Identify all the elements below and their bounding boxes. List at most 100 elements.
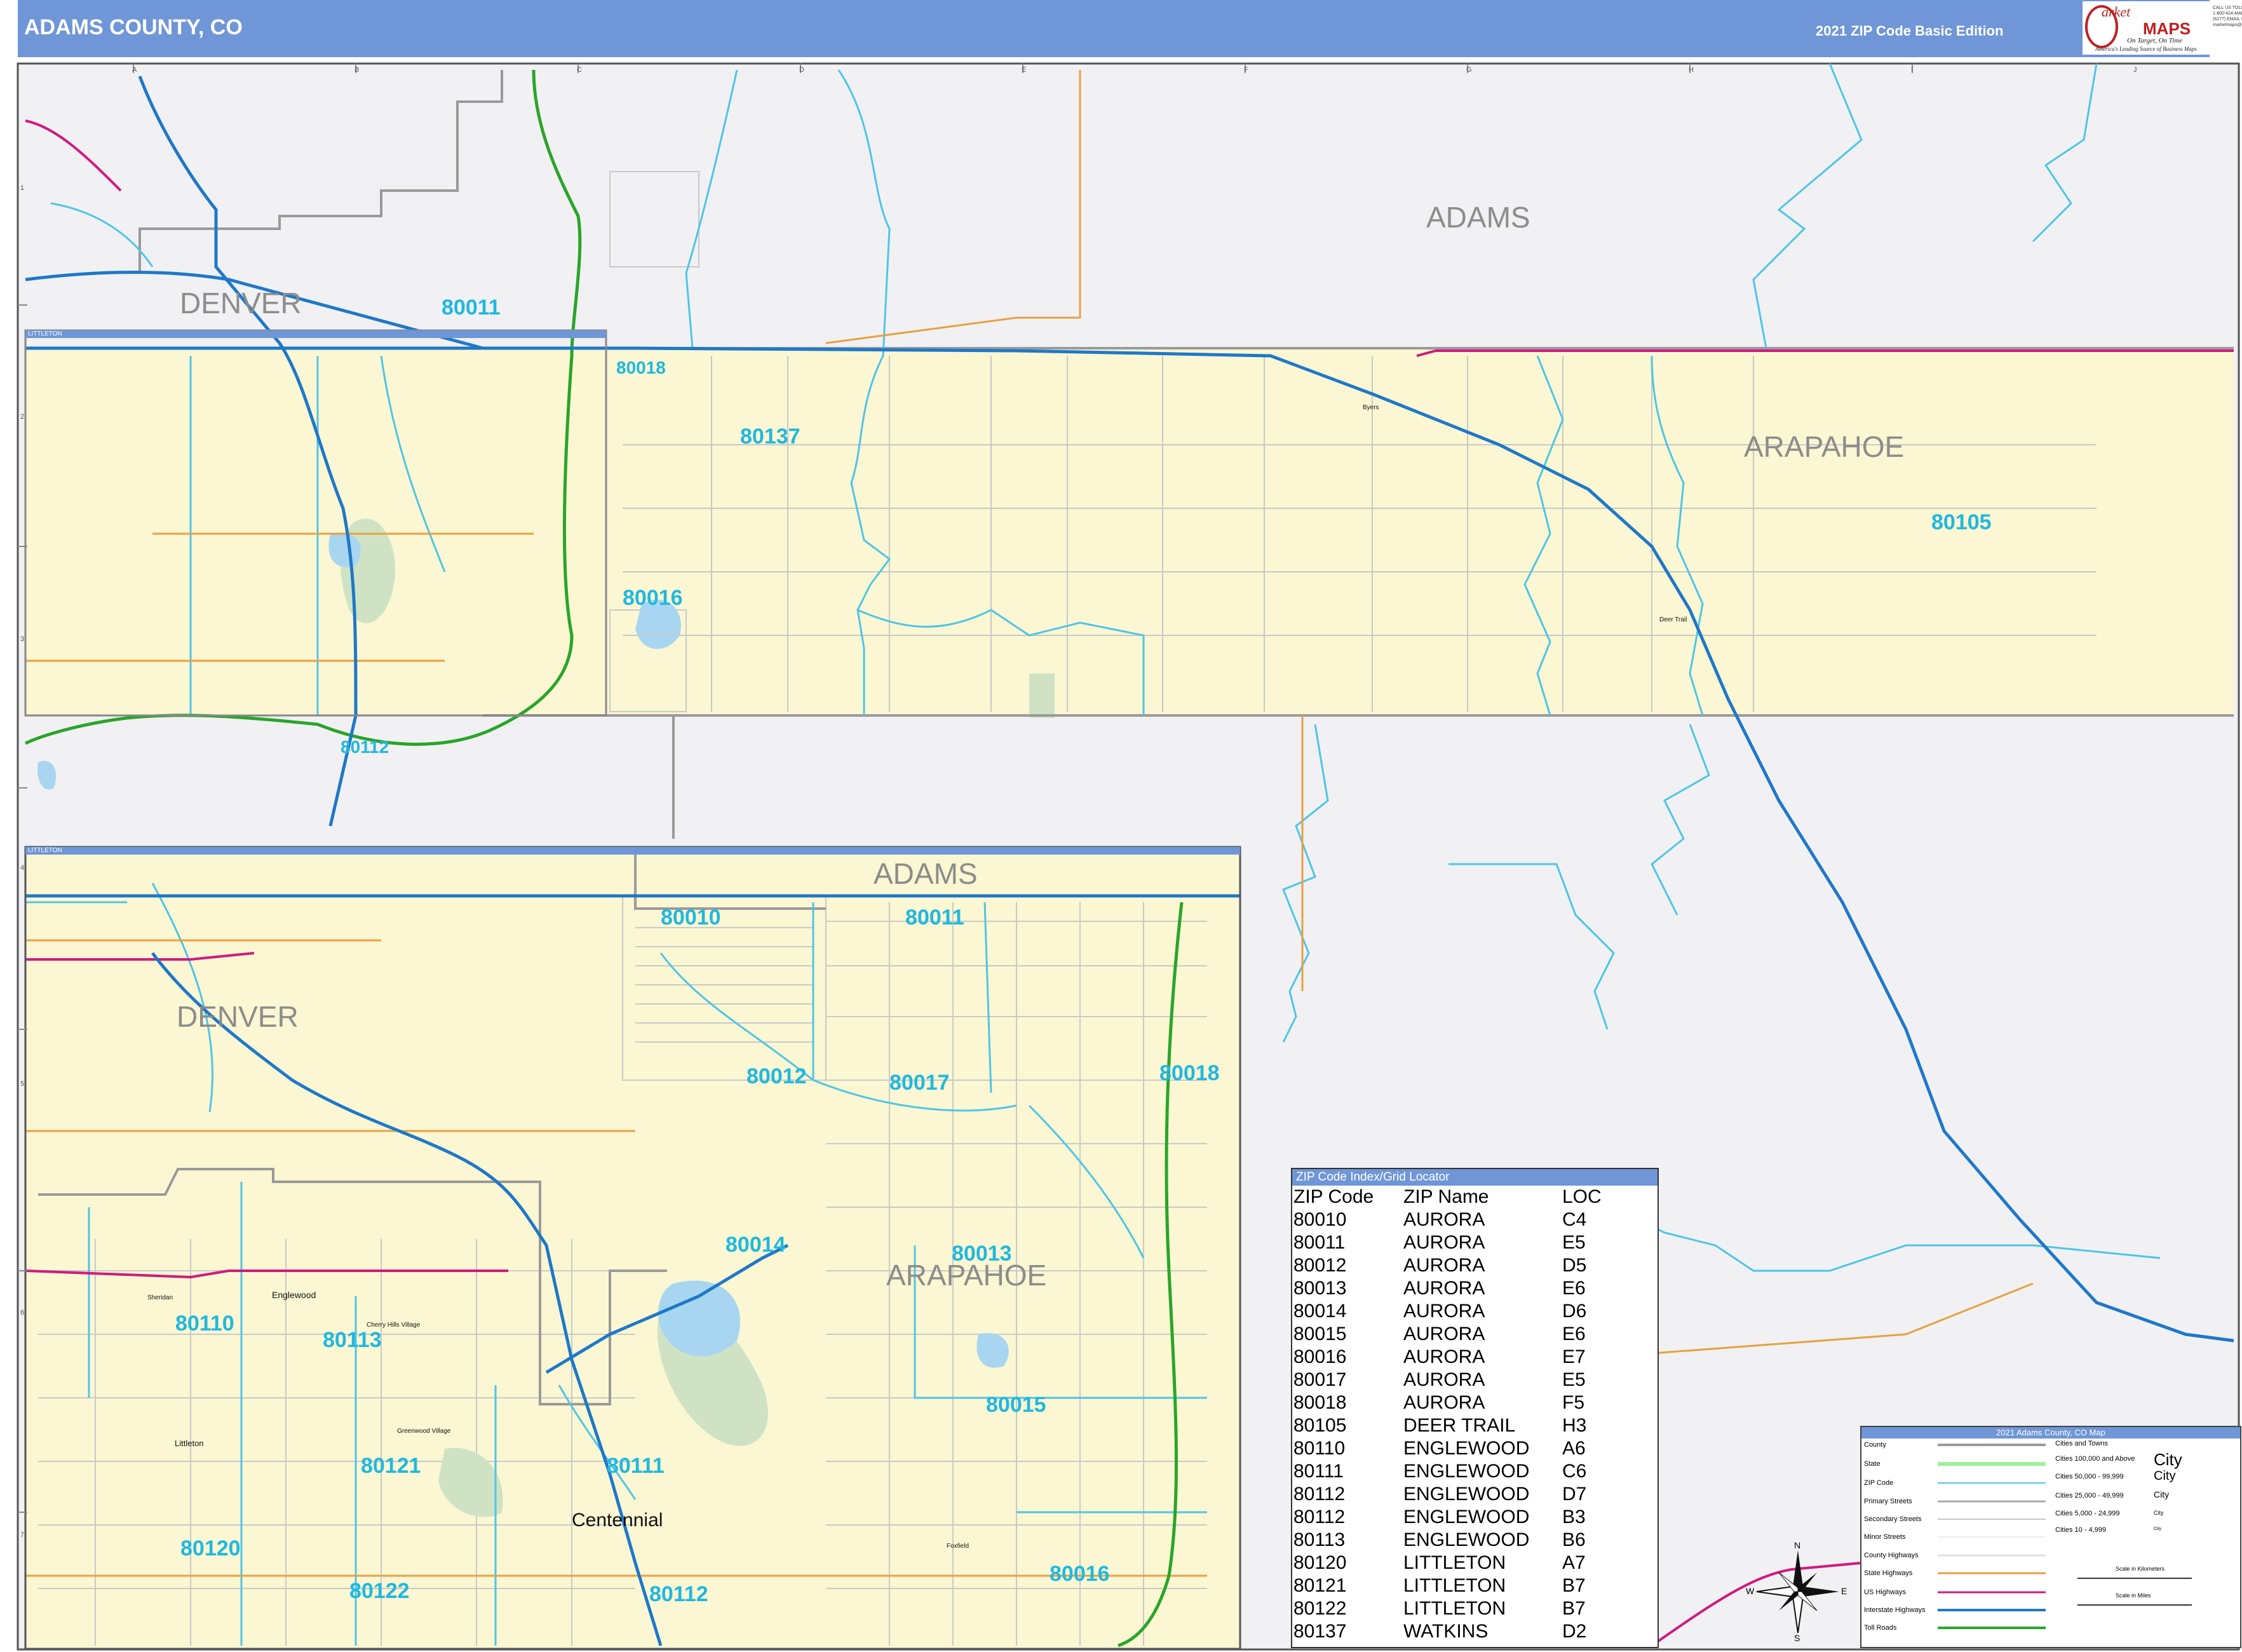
zip-index-header-name: ZIP Name bbox=[1403, 1186, 1489, 1207]
zip-code: 80113 bbox=[1293, 1529, 1346, 1550]
county-label-arapahoe: ARAPAHOE bbox=[1744, 430, 1905, 463]
zip-index-row: 80122 LITTLETON B7 bbox=[1293, 1597, 1638, 1620]
zip-name: AURORA bbox=[1403, 1346, 1485, 1367]
zip-loc: E5 bbox=[1562, 1232, 1586, 1253]
zip-label-80011: 80011 bbox=[905, 905, 964, 930]
grid-col-h: H bbox=[1689, 66, 1694, 74]
city-label-littleton: Littleton bbox=[175, 1439, 204, 1448]
zip-loc: C4 bbox=[1562, 1209, 1587, 1230]
zip-index-row: 80016 AURORA E7 bbox=[1293, 1346, 1638, 1369]
legend-city-range-2: Cities 50,000 - 99,999 bbox=[2055, 1473, 2124, 1480]
grid-row-3: 3 bbox=[20, 635, 25, 643]
zip-code: 80013 bbox=[1293, 1278, 1347, 1299]
zip-label-80011-top: 80011 bbox=[442, 295, 501, 320]
map-legend: 2021 Adams County, CO Map County State Z… bbox=[1860, 1426, 2241, 1648]
zip-label-80111: 80111 bbox=[607, 1454, 665, 1478]
legend-city-sample-1: City bbox=[2154, 1450, 2182, 1469]
zip-loc: A6 bbox=[1562, 1438, 1586, 1459]
county-label-adams-top: ADAMS bbox=[1426, 201, 1530, 234]
contact-info: CALL US TOLL FREE 1-800-424-MAPS (6277) … bbox=[2213, 6, 2242, 27]
zip-name: ENGLEWOOD bbox=[1403, 1484, 1530, 1505]
zip-loc: D5 bbox=[1562, 1255, 1587, 1276]
zip-name: AURORA bbox=[1403, 1232, 1485, 1253]
grid-col-a: A bbox=[132, 66, 137, 74]
zip-index-row: 80111 ENGLEWOOD C6 bbox=[1293, 1460, 1638, 1483]
zip-index-header-zip: ZIP Code bbox=[1293, 1186, 1374, 1207]
zip-index-table: ZIP Code ZIP Name LOC 80010 AURORA C4 8001… bbox=[1293, 1186, 1638, 1643]
zip-name: LITTLETON bbox=[1403, 1552, 1506, 1573]
legend-city-sample-2: City bbox=[2154, 1469, 2176, 1483]
edition-label: 2021 ZIP Code Basic Edition bbox=[1816, 23, 2004, 39]
zip-loc: E6 bbox=[1562, 1324, 1586, 1344]
zip-code: 80018 bbox=[1293, 1392, 1347, 1413]
legend-item-county: County bbox=[1864, 1441, 1886, 1449]
grid-col-e: E bbox=[1022, 66, 1027, 74]
zip-index-header-row: ZIP Code ZIP Name LOC bbox=[1293, 1186, 1638, 1209]
zip-label-80112-top: 80112 bbox=[341, 737, 389, 757]
city-label-sheridan: Sheridan bbox=[147, 1294, 173, 1301]
legend-symbols bbox=[1938, 1444, 2192, 1629]
legend-item-toll: Toll Roads bbox=[1864, 1624, 1897, 1632]
zip-index-row: 80120 LITTLETON A7 bbox=[1293, 1552, 1638, 1574]
zip-label-80016: 80016 bbox=[1050, 1562, 1110, 1586]
zip-index-panel: ZIP Code Index/Grid Locator ZIP Code ZIP… bbox=[1291, 1168, 1659, 1648]
city-label-foxfield: Foxfield bbox=[947, 1543, 969, 1550]
zip-index-row: 80013 AURORA E6 bbox=[1293, 1277, 1638, 1300]
legend-scale-km: Scale in Kilometers bbox=[2116, 1566, 2165, 1572]
zip-name: ENGLEWOOD bbox=[1403, 1438, 1530, 1459]
zip-label-80137: 80137 bbox=[740, 424, 800, 449]
zip-index-row: 80110 ENGLEWOOD A6 bbox=[1293, 1437, 1638, 1460]
zip-index-row: 80017 AURORA E5 bbox=[1293, 1369, 1638, 1391]
zip-index-row: 80010 AURORA C4 bbox=[1293, 1209, 1638, 1231]
zip-label-80018-top: 80018 bbox=[616, 358, 666, 377]
zip-index-row: 80011 AURORA E5 bbox=[1293, 1231, 1638, 1254]
city-label-cherry-hills: Cherry Hills Village bbox=[367, 1322, 421, 1329]
zip-code: 80015 bbox=[1293, 1324, 1347, 1344]
zip-name: ENGLEWOOD bbox=[1403, 1461, 1530, 1482]
zip-code: 80137 bbox=[1293, 1621, 1347, 1642]
zip-label-80113: 80113 bbox=[323, 1328, 382, 1352]
zip-name: ENGLEWOOD bbox=[1403, 1506, 1530, 1527]
grid-row-6: 6 bbox=[20, 1309, 25, 1317]
zip-label-80120: 80120 bbox=[180, 1536, 241, 1561]
zip-index-row: 80012 AURORA D5 bbox=[1293, 1254, 1638, 1277]
map-canvas[interactable] bbox=[0, 0, 2242, 1652]
zip-name: ENGLEWOOD bbox=[1403, 1529, 1530, 1550]
zip-label-80105: 80105 bbox=[1931, 510, 1992, 534]
zip-index-title: ZIP Code Index/Grid Locator bbox=[1292, 1169, 1658, 1186]
zip-name: AURORA bbox=[1403, 1301, 1485, 1322]
zip-code: 80111 bbox=[1293, 1461, 1344, 1482]
legend-city-range-5: Cities 10 - 4,999 bbox=[2055, 1526, 2107, 1534]
market-maps-logo[interactable]: arket MAPS On Target, On Time America's … bbox=[2083, 1, 2210, 55]
legend-scale-mi: Scale in Miles bbox=[2116, 1592, 2151, 1599]
legend-city-sample-4: City bbox=[2154, 1510, 2164, 1516]
zip-loc: D2 bbox=[1562, 1621, 1587, 1642]
zip-code: 80105 bbox=[1293, 1415, 1347, 1436]
grid-col-f: F bbox=[1244, 66, 1248, 74]
zip-loc: B7 bbox=[1562, 1598, 1586, 1619]
legend-item-primary: Primary Streets bbox=[1864, 1498, 1912, 1505]
legend-cities-title: Cities and Towns bbox=[2055, 1440, 2108, 1447]
grid-row-2: 2 bbox=[20, 413, 25, 421]
zip-index-header-loc: LOC bbox=[1562, 1186, 1602, 1207]
inset-bottom-bar-label: LITTLETON bbox=[28, 847, 62, 854]
inset-top-bar bbox=[25, 330, 606, 338]
zip-code: 80112 bbox=[1293, 1484, 1346, 1505]
compass-s-label: S bbox=[1794, 1633, 1800, 1643]
zip-loc: B6 bbox=[1562, 1529, 1586, 1550]
zip-label-80122: 80122 bbox=[349, 1579, 410, 1603]
zip-loc: F5 bbox=[1562, 1392, 1585, 1413]
logo-brand-bottom: MAPS bbox=[2143, 19, 2191, 38]
zip-loc: A7 bbox=[1562, 1552, 1586, 1573]
zip-name: LITTLETON bbox=[1403, 1575, 1506, 1596]
grid-col-j: J bbox=[2133, 66, 2137, 74]
zip-index-row: 80015 AURORA E6 bbox=[1293, 1323, 1638, 1346]
legend-item-interstate: Interstate Highways bbox=[1864, 1606, 1926, 1614]
zip-name: AURORA bbox=[1403, 1392, 1485, 1413]
city-label-centennial: Centennial bbox=[572, 1510, 663, 1531]
compass-w-label: W bbox=[1746, 1586, 1755, 1596]
zip-loc: B7 bbox=[1562, 1575, 1586, 1596]
grid-col-c: C bbox=[577, 66, 582, 74]
zip-name: AURORA bbox=[1403, 1278, 1485, 1299]
zip-index-row: 80137 WATKINS D2 bbox=[1293, 1620, 1638, 1643]
